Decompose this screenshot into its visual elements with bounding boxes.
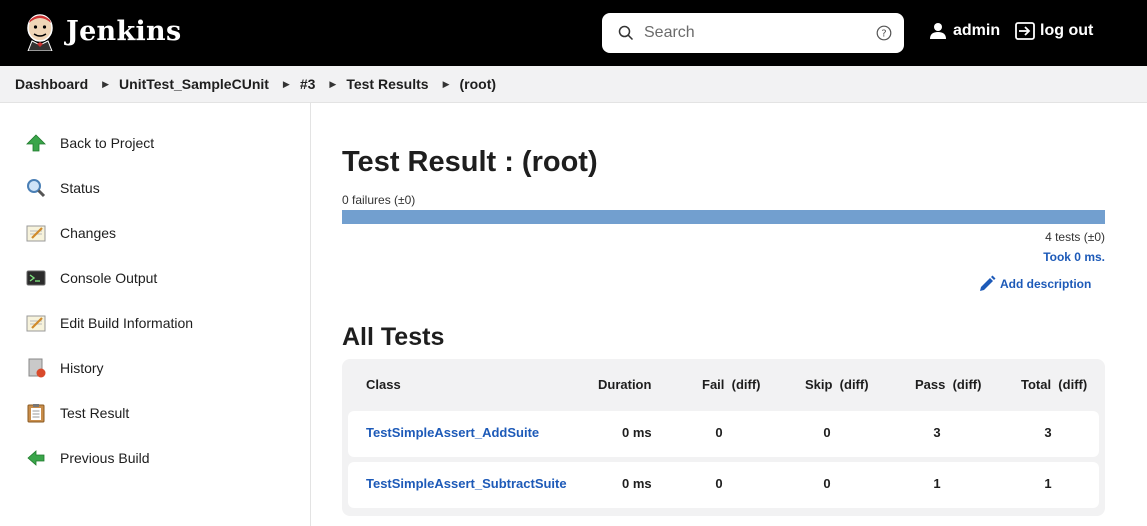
history-icon [26, 358, 46, 378]
column-header-class[interactable]: Class [366, 377, 401, 392]
sidebar-item-label: Previous Build [60, 450, 150, 466]
sidebar-item-label: Back to Project [60, 135, 155, 151]
duration-cell: 0 ms [622, 476, 652, 491]
failure-count: 0 failures (±0) [342, 193, 416, 207]
search-icon [618, 25, 634, 41]
column-header-pass[interactable]: Pass (diff) [915, 377, 981, 392]
class-link[interactable]: TestSimpleAssert_SubtractSuite [366, 476, 567, 491]
user-icon [930, 23, 946, 39]
chevron-right-icon: ▶ [282, 78, 290, 89]
pass-cell: 1 [933, 476, 941, 491]
up-arrow-icon [26, 133, 46, 153]
logout-label: log out [1040, 22, 1094, 39]
search-box[interactable]: ? [602, 13, 904, 53]
clipboard-icon [26, 403, 46, 423]
pencil-icon [980, 275, 996, 291]
breadcrumb-test-results[interactable]: Test Results [346, 76, 428, 92]
top-header: Jenkins ? admin log out [0, 0, 1147, 66]
add-description-link[interactable]: Add description [978, 275, 1091, 293]
sidebar-item-status[interactable]: Status [26, 178, 100, 198]
breadcrumb-root[interactable]: (root) [459, 76, 496, 92]
sidebar-item-label: Console Output [60, 270, 158, 286]
column-header-fail[interactable]: Fail (diff) [702, 377, 761, 392]
sidebar-item-console-output[interactable]: Console Output [26, 268, 157, 288]
brand-name: Jenkins [66, 15, 182, 47]
chevron-right-icon: ▶ [102, 78, 110, 89]
add-description-label: Add description [1000, 277, 1092, 291]
tests-summary: 4 tests (±0) [1045, 230, 1105, 244]
sidebar-item-label: History [60, 360, 104, 376]
sidebar-item-back-to-project[interactable]: Back to Project [26, 133, 154, 153]
column-header-duration[interactable]: Duration [598, 377, 651, 392]
user-link[interactable]: admin [929, 22, 1000, 40]
notepad-icon [26, 223, 46, 243]
sidebar-item-label: Status [60, 180, 100, 196]
page-title: Test Result : (root) [342, 146, 598, 178]
jenkins-logo[interactable]: Jenkins [22, 11, 181, 51]
chevron-right-icon: ▶ [329, 78, 337, 89]
test-progress-bar [342, 210, 1105, 224]
all-tests-heading: All Tests [342, 323, 445, 351]
duration-cell: 0 ms [622, 425, 652, 440]
breadcrumb-build[interactable]: #3 [300, 76, 316, 92]
table-row: TestSimpleAssert_SubtractSuite 0 ms 0 0 … [348, 462, 1099, 508]
sidebar-item-previous-build[interactable]: Previous Build [26, 448, 150, 468]
sidebar-item-test-result[interactable]: Test Result [26, 403, 129, 423]
skip-cell: 0 [823, 476, 831, 491]
sidebar-item-history[interactable]: History [26, 358, 104, 378]
class-link[interactable]: TestSimpleAssert_AddSuite [366, 425, 539, 440]
jenkins-butler-icon [27, 14, 53, 51]
fail-cell: 0 [715, 425, 723, 440]
breadcrumb-dashboard[interactable]: Dashboard [15, 76, 88, 92]
skip-cell: 0 [823, 425, 831, 440]
help-icon[interactable]: ? [876, 25, 892, 41]
username: admin [953, 22, 1001, 39]
sidebar-item-label: Changes [60, 225, 117, 241]
terminal-icon [26, 268, 46, 288]
table-row: TestSimpleAssert_AddSuite 0 ms 0 0 3 3 [348, 411, 1099, 457]
magnifier-icon [26, 178, 46, 198]
chevron-right-icon: ▶ [442, 78, 450, 89]
breadcrumb: Dashboard ▶ UnitTest_SampleCUnit ▶ #3 ▶ … [0, 66, 1147, 103]
total-cell: 3 [1044, 425, 1052, 440]
sidebar-item-changes[interactable]: Changes [26, 223, 116, 243]
sidebar-item-label: Test Result [60, 405, 130, 421]
total-cell: 1 [1044, 476, 1052, 491]
left-arrow-icon [26, 448, 46, 468]
sidebar-item-label: Edit Build Information [60, 315, 194, 331]
sidebar-item-edit-build-information[interactable]: Edit Build Information [26, 313, 193, 333]
breadcrumb-project[interactable]: UnitTest_SampleCUnit [119, 76, 269, 92]
column-header-skip[interactable]: Skip (diff) [805, 377, 869, 392]
duration-link[interactable]: Took 0 ms. [1043, 250, 1105, 264]
column-header-total[interactable]: Total (diff) [1021, 377, 1087, 392]
logout-link[interactable]: log out [1015, 22, 1093, 40]
pass-bar [342, 210, 1105, 224]
logout-icon [1015, 22, 1035, 40]
notepad-icon [26, 313, 46, 333]
pass-cell: 3 [933, 425, 941, 440]
sidebar: Back to Project Status Changes Console O… [0, 103, 311, 526]
test-results-table: Class Duration Fail (diff) Skip (diff) P… [342, 359, 1105, 516]
fail-cell: 0 [715, 476, 723, 491]
svg-text:?: ? [881, 29, 886, 40]
search-input[interactable] [642, 23, 866, 43]
